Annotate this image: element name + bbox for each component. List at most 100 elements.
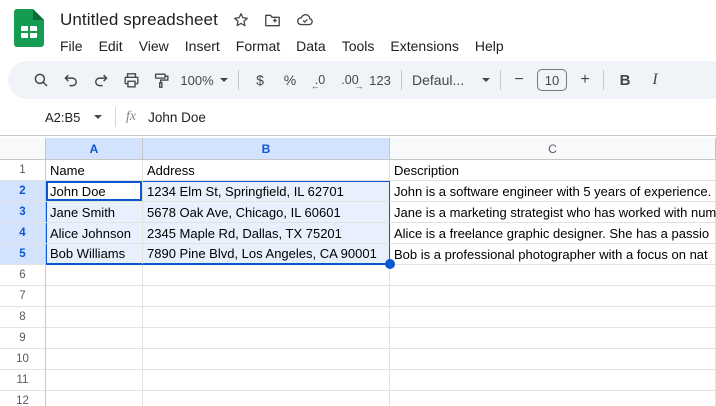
row-header-3[interactable]: 3 <box>0 202 46 223</box>
cell-a1[interactable]: Name <box>46 160 143 181</box>
table-row: 3Jane Smith5678 Oak Ave, Chicago, IL 606… <box>0 202 716 223</box>
cell-a11[interactable] <box>46 370 143 391</box>
select-all-corner[interactable] <box>0 138 46 160</box>
increase-decimal-button[interactable]: .00→ <box>335 66 365 94</box>
menu-view[interactable]: View <box>131 36 177 56</box>
cell-c2[interactable]: John is a software engineer with 5 years… <box>390 181 716 202</box>
cell-text: John Doe <box>50 184 106 199</box>
row-header-2[interactable]: 2 <box>0 181 46 202</box>
cell-c9[interactable] <box>390 328 716 349</box>
cell-b5[interactable]: 7890 Pine Blvd, Los Angeles, CA 90001 <box>143 244 390 265</box>
star-icon[interactable] <box>232 11 250 29</box>
menu-edit[interactable]: Edit <box>91 36 131 56</box>
cell-a10[interactable] <box>46 349 143 370</box>
cell-c6[interactable] <box>390 265 716 286</box>
zoom-menu[interactable]: 100% <box>176 66 232 94</box>
move-to-folder-icon[interactable] <box>263 11 282 30</box>
toolbar-divider <box>603 70 604 90</box>
cell-a12[interactable] <box>46 391 143 406</box>
cell-c12[interactable] <box>390 391 716 406</box>
decrease-font-size-button[interactable]: − <box>507 71 531 89</box>
sheets-logo[interactable] <box>14 9 44 47</box>
cell-b1[interactable]: Address <box>143 160 390 181</box>
menu-tools[interactable]: Tools <box>334 36 383 56</box>
cell-b3[interactable]: 5678 Oak Ave, Chicago, IL 60601 <box>143 202 390 223</box>
cell-c4[interactable]: Alice is a freelance graphic designer. S… <box>390 223 716 244</box>
row-header-11[interactable]: 11 <box>0 370 46 391</box>
search-button[interactable] <box>26 66 56 94</box>
cell-c5[interactable]: Bob is a professional photographer with … <box>390 244 716 265</box>
row-header-7[interactable]: 7 <box>0 286 46 307</box>
font-size-input[interactable]: 10 <box>537 69 567 91</box>
paint-format-button[interactable] <box>146 66 176 94</box>
row-header-12[interactable]: 12 <box>0 391 46 406</box>
toolbar: 100% $ % .0← .00→ 123 Defaul... − 10 + B… <box>8 61 716 99</box>
row-header-8[interactable]: 8 <box>0 307 46 328</box>
menu-format[interactable]: Format <box>228 36 288 56</box>
fx-icon: fx <box>126 109 136 125</box>
title-block: Untitled spreadsheet File Edit View Inse… <box>60 7 512 59</box>
column-header-b[interactable]: B <box>143 138 390 160</box>
cell-b7[interactable] <box>143 286 390 307</box>
cell-b6[interactable] <box>143 265 390 286</box>
column-header-c[interactable]: C <box>390 138 716 160</box>
menu-file[interactable]: File <box>58 36 91 56</box>
cell-a3[interactable]: Jane Smith <box>46 202 143 223</box>
row-header-5[interactable]: 5 <box>0 244 46 265</box>
print-button[interactable] <box>116 66 146 94</box>
cell-b4[interactable]: 2345 Maple Rd, Dallas, TX 75201 <box>143 223 390 244</box>
cell-text: Description <box>394 163 459 178</box>
fill-handle[interactable] <box>385 259 395 269</box>
row-header-4[interactable]: 4 <box>0 223 46 244</box>
cell-a4[interactable]: Alice Johnson <box>46 223 143 244</box>
cell-c3[interactable]: Jane is a marketing strategist who has w… <box>390 202 716 223</box>
menu-help[interactable]: Help <box>467 36 512 56</box>
cell-b2[interactable]: 1234 Elm St, Springfield, IL 62701 <box>143 181 390 202</box>
cell-b12[interactable] <box>143 391 390 406</box>
cell-c11[interactable] <box>390 370 716 391</box>
more-formats-button[interactable]: 123 <box>365 66 395 94</box>
redo-button[interactable] <box>86 66 116 94</box>
formula-input[interactable]: John Doe <box>148 110 206 125</box>
cell-b8[interactable] <box>143 307 390 328</box>
cell-b11[interactable] <box>143 370 390 391</box>
formula-bar: A2:B5 fx John Doe <box>0 99 716 136</box>
row-header-6[interactable]: 6 <box>0 265 46 286</box>
cell-c7[interactable] <box>390 286 716 307</box>
menu-extensions[interactable]: Extensions <box>382 36 466 56</box>
table-row: 1NameAddress Description <box>0 160 716 181</box>
format-percent-button[interactable]: % <box>275 66 305 94</box>
cloud-saved-icon[interactable] <box>295 10 315 30</box>
undo-button[interactable] <box>56 66 86 94</box>
format-currency-button[interactable]: $ <box>245 66 275 94</box>
cell-c1[interactable]: Description <box>390 160 716 181</box>
cell-text: 7890 Pine Blvd, Los Angeles, CA 90001 <box>147 246 377 261</box>
italic-button[interactable]: I <box>640 66 670 94</box>
cell-b9[interactable] <box>143 328 390 349</box>
name-box[interactable]: A2:B5 <box>45 110 103 125</box>
increase-font-size-button[interactable]: + <box>573 71 597 89</box>
cell-text: Alice Johnson <box>50 226 131 241</box>
cell-a6[interactable] <box>46 265 143 286</box>
cell-a5[interactable]: Bob Williams <box>46 244 143 265</box>
row-header-9[interactable]: 9 <box>0 328 46 349</box>
decrease-decimal-button[interactable]: .0← <box>305 66 335 94</box>
row-header-1[interactable]: 1 <box>0 160 46 181</box>
cell-a8[interactable] <box>46 307 143 328</box>
font-menu[interactable]: Defaul... <box>408 66 494 94</box>
cell-b10[interactable] <box>143 349 390 370</box>
document-title[interactable]: Untitled spreadsheet <box>60 10 218 30</box>
formula-bar-divider <box>115 107 116 127</box>
cell-a9[interactable] <box>46 328 143 349</box>
cell-a7[interactable] <box>46 286 143 307</box>
menu-data[interactable]: Data <box>288 36 334 56</box>
bold-button[interactable]: B <box>610 66 640 94</box>
cell-c8[interactable] <box>390 307 716 328</box>
cell-a2[interactable]: John Doe <box>46 181 143 202</box>
menu-insert[interactable]: Insert <box>177 36 228 56</box>
column-header-a[interactable]: A <box>46 138 143 160</box>
cell-c10[interactable] <box>390 349 716 370</box>
menu-bar: File Edit View Insert Format Data Tools … <box>58 33 512 59</box>
toolbar-divider <box>500 70 501 90</box>
row-header-10[interactable]: 10 <box>0 349 46 370</box>
